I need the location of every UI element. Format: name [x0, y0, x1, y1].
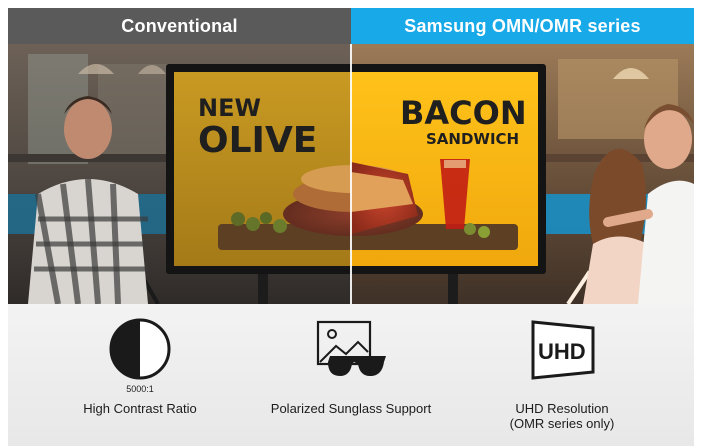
screen-text-new: NEW — [198, 94, 261, 122]
cafe-scene-illustration: NEW OLIVE BACON SANDWICH — [8, 44, 694, 304]
feature-uhd: UHD UHD Resolution (OMR series only) — [452, 314, 672, 431]
comparison-header: Conventional Samsung OMN/OMR series — [8, 8, 694, 44]
contrast-feature-label: High Contrast Ratio — [83, 401, 197, 416]
screen-text-olive: OLIVE — [198, 120, 317, 161]
sunglass-feature-label: Polarized Sunglass Support — [270, 401, 432, 416]
screen-text-bacon: BACON — [400, 94, 527, 132]
page: Conventional Samsung OMN/OMR series NEW … — [0, 0, 702, 446]
half-circle-contrast-icon — [97, 314, 183, 384]
feature-sunglass: Polarized Sunglass Support — [241, 314, 461, 416]
feature-contrast: 5000:1 High Contrast Ratio — [30, 314, 250, 416]
uhd-feature-sublabel: (OMR series only) — [509, 416, 615, 431]
contrast-ratio-value: 5000:1 — [126, 384, 154, 394]
feature-strip: 5000:1 High Contrast Ratio Polarized Sun… — [8, 304, 694, 446]
screen-text-sandwich: SANDWICH — [426, 130, 519, 148]
comparison-hero-image: NEW OLIVE BACON SANDWICH — [8, 44, 694, 304]
sunglasses-image-icon — [308, 314, 394, 384]
uhd-screen-icon: UHD — [519, 314, 605, 384]
uhd-icon-text: UHD — [538, 339, 586, 364]
uhd-feature-label: UHD Resolution — [515, 401, 609, 416]
conventional-label: Conventional — [8, 8, 351, 44]
samsung-series-label: Samsung OMN/OMR series — [351, 8, 694, 44]
